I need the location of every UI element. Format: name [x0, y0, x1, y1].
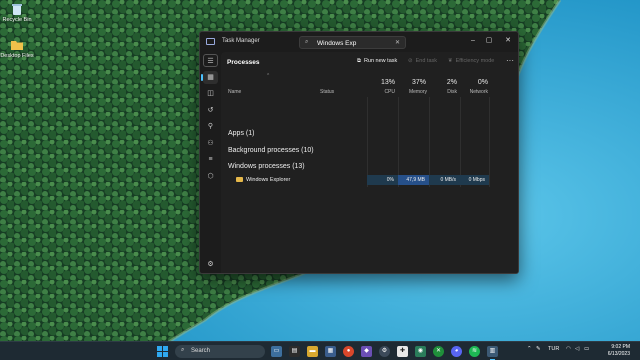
- start-button[interactable]: [157, 346, 168, 357]
- efficiency-mode-label: Efficiency mode: [455, 58, 495, 64]
- end-task-button[interactable]: ⊘ End task: [408, 58, 437, 64]
- chrome-icon[interactable]: ●: [343, 346, 354, 357]
- show-hidden-icons[interactable]: ⌃: [527, 346, 532, 352]
- column-divider: [460, 97, 461, 187]
- desktop-icon-desktop-files[interactable]: Desktop Files: [0, 39, 36, 59]
- disk-usage-total: 2%: [446, 79, 457, 86]
- column-header-cpu[interactable]: CPU: [371, 89, 395, 95]
- widgets-icon[interactable]: ▭: [271, 346, 282, 357]
- startup-apps-icon[interactable]: ⚲: [203, 120, 218, 133]
- taskbar-search-label: Search: [191, 348, 211, 354]
- disk-cell: 0 MB/s: [429, 175, 460, 185]
- run-new-task-label: Run new task: [363, 58, 398, 64]
- process-name: Windows Explorer: [246, 177, 291, 183]
- performance-icon[interactable]: ◫: [203, 87, 218, 100]
- column-header-status[interactable]: Status: [320, 89, 334, 95]
- maximize-button[interactable]: ▢: [482, 35, 496, 47]
- task-manager-app-icon: [206, 38, 215, 45]
- windows-logo-pane: [157, 352, 162, 357]
- sort-ascending-icon: ⌃: [266, 73, 271, 79]
- memory-usage-total: 37%: [411, 79, 426, 86]
- task-manager-window: Task Manager ⌕ ✕ – ▢ ✕ ☰ ▦ ◫ ↺ ⚲ ⚇ ≡ ⬡ ⚙…: [199, 31, 519, 274]
- folder-icon: [236, 177, 243, 182]
- steam-icon[interactable]: ⚙: [379, 346, 390, 357]
- cpu-usage-total: 13%: [380, 79, 395, 86]
- recycle-bin-icon: [12, 4, 22, 15]
- app-icon-3[interactable]: ◉: [415, 346, 426, 357]
- taskbar: ⌕ Search ▭ ▤ ▬ ▦ ● ◆ ⚙ ✚ ◉ ✕ ◕ ≋ ▥ ⌃ ✎ T…: [0, 341, 640, 360]
- language-indicator[interactable]: TUR: [548, 346, 559, 352]
- column-divider: [398, 97, 399, 187]
- desktop-icon-recycle-bin[interactable]: Recycle Bin: [0, 3, 34, 23]
- task-manager-taskbar-icon[interactable]: ▥: [487, 346, 498, 360]
- services-icon[interactable]: ⬡: [203, 170, 218, 183]
- windows-logo-pane: [163, 346, 168, 351]
- taskbar-search[interactable]: ⌕ Search: [175, 345, 265, 358]
- pen-icon[interactable]: ✎: [536, 346, 541, 352]
- clear-search-icon[interactable]: ✕: [395, 39, 400, 46]
- details-icon[interactable]: ≡: [203, 153, 218, 166]
- task-view-icon[interactable]: ▤: [289, 346, 300, 357]
- spotify-icon[interactable]: ≋: [469, 346, 480, 357]
- processes-icon[interactable]: ▦: [201, 71, 218, 84]
- run-new-task-button[interactable]: ⧉ Run new task: [357, 58, 397, 65]
- page-title: Processes: [227, 59, 260, 66]
- users-icon[interactable]: ⚇: [203, 137, 218, 150]
- hamburger-menu-icon[interactable]: ☰: [203, 54, 218, 67]
- processes-panel: Processes ⧉ Run new task ⊘ End task ❦ Effic…: [221, 52, 518, 273]
- desktop-icon-label: Desktop Files: [0, 53, 34, 59]
- file-explorer-icon[interactable]: ▬: [307, 346, 318, 357]
- windows-logo-icon: [157, 346, 162, 351]
- memory-cell: 47,9 MB: [398, 175, 429, 185]
- group-header-background-processes[interactable]: Background processes (10): [228, 147, 314, 154]
- store-icon[interactable]: ▦: [325, 346, 336, 357]
- navigation-sidebar: ☰ ▦ ◫ ↺ ⚲ ⚇ ≡ ⬡ ⚙: [200, 52, 221, 273]
- table-row[interactable]: Windows Explorer 0% 47,9 MB 0 MB/s 0 Mbp…: [221, 175, 518, 185]
- volume-icon[interactable]: ◁: [575, 346, 579, 352]
- network-usage-total: 0%: [477, 79, 488, 86]
- folder-icon: [11, 41, 23, 50]
- minimize-button[interactable]: –: [466, 35, 480, 47]
- app-icon-2[interactable]: ✚: [397, 346, 408, 357]
- column-divider: [489, 97, 490, 187]
- close-button[interactable]: ✕: [501, 35, 515, 47]
- column-header-memory[interactable]: Memory: [397, 89, 427, 95]
- clock[interactable]: 9:02 PM 6/13/2023: [596, 344, 630, 358]
- battery-icon[interactable]: ▭: [584, 346, 589, 352]
- efficiency-mode-button[interactable]: ❦ Efficiency mode: [448, 58, 494, 64]
- network-cell: 0 Mbps: [460, 175, 489, 185]
- end-task-icon: ⊘: [408, 58, 413, 64]
- run-task-icon: ⧉: [357, 58, 361, 64]
- desktop-icon-label: Recycle Bin: [2, 17, 32, 23]
- group-header-apps[interactable]: Apps (1): [228, 130, 254, 137]
- cpu-cell: 0%: [367, 175, 398, 185]
- app-history-icon[interactable]: ↺: [203, 104, 218, 117]
- end-task-label: End task: [415, 58, 438, 64]
- window-title: Task Manager: [222, 38, 260, 44]
- column-divider: [429, 97, 430, 187]
- column-header-name[interactable]: Name: [228, 89, 241, 95]
- xbox-icon[interactable]: ✕: [433, 346, 444, 357]
- clock-date: 6/13/2023: [607, 351, 630, 357]
- search-icon: ⌕: [305, 39, 309, 45]
- search-box[interactable]: ⌕ ✕: [299, 36, 406, 49]
- leaf-icon: ❦: [448, 58, 453, 64]
- wifi-icon[interactable]: ◠: [566, 346, 571, 352]
- settings-icon[interactable]: ⚙: [203, 258, 218, 271]
- title-bar[interactable]: Task Manager ⌕ ✕ – ▢ ✕: [200, 32, 518, 52]
- column-divider: [367, 97, 368, 187]
- windows-logo-pane: [163, 352, 168, 357]
- toolbar: Processes ⧉ Run new task ⊘ End task ❦ Effic…: [221, 52, 518, 72]
- group-header-windows-processes[interactable]: Windows processes (13): [228, 163, 305, 170]
- more-options-button[interactable]: ···: [506, 56, 514, 65]
- discord-icon[interactable]: ◕: [451, 346, 462, 357]
- search-input[interactable]: [317, 38, 392, 48]
- app-icon-1[interactable]: ◆: [361, 346, 372, 357]
- column-header-disk[interactable]: Disk: [433, 89, 457, 95]
- column-header-network[interactable]: Network: [460, 89, 488, 95]
- clock-time: 9:02 PM: [611, 344, 630, 350]
- search-icon: ⌕: [181, 347, 185, 353]
